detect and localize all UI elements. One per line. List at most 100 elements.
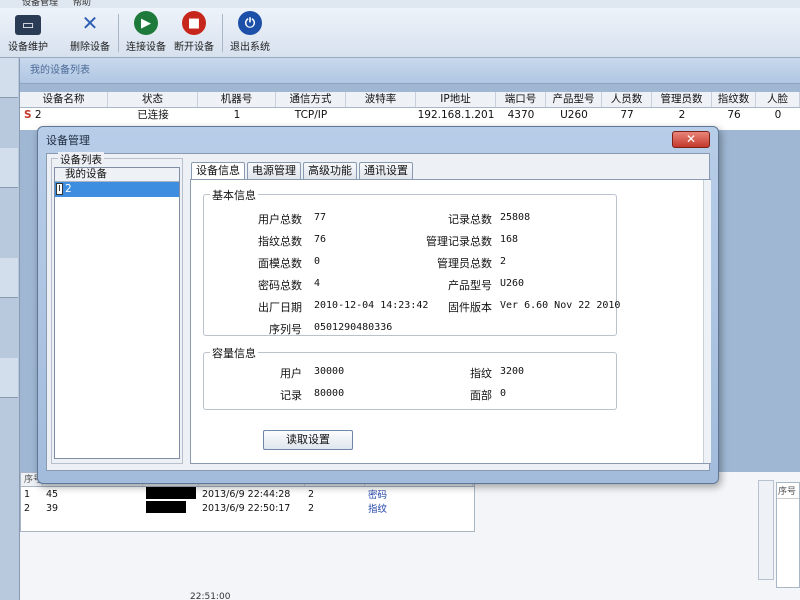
user-total-value: 77 (314, 212, 327, 223)
col-faces[interactable]: 人脸 (756, 92, 800, 107)
device-maintenance-icon: ▭ (15, 15, 41, 35)
rail-tab[interactable] (0, 358, 18, 398)
menu-item-device-management[interactable]: 设备管理 (22, 0, 58, 8)
tab-advanced-functions[interactable]: 高级功能 (303, 162, 357, 179)
cell-fingerprints: 76 (727, 109, 741, 121)
strip-title: 我的设备列表 (30, 65, 90, 76)
delete-x-icon: ✕ (81, 11, 99, 35)
basic-info-group: 基本信息 用户总数 77 指纹总数 76 面模总数 0 密码总数 4 出厂日期 … (203, 187, 621, 336)
device-list-strip: 我的设备列表 (20, 58, 800, 84)
menu-item-help[interactable]: 帮助 (73, 0, 91, 8)
cell-comm-mode: TCP/IP (294, 109, 328, 121)
col-status[interactable]: 状态 (108, 92, 198, 107)
log-cell-enroll-no: 39 (46, 502, 59, 514)
dialog-close-button[interactable]: ✕ (672, 131, 710, 148)
redacted-name (146, 486, 196, 499)
cell-machine-no: 1 (233, 109, 241, 121)
vertical-scrollbar[interactable] (758, 480, 774, 580)
cell-device-name-text: 2 (34, 109, 42, 121)
col-users[interactable]: 人员数 (602, 92, 652, 107)
col-fingerprints[interactable]: 指纹数 (712, 92, 756, 107)
device-maintenance-button[interactable]: ▭ 设备维护 (4, 10, 52, 56)
col-baud[interactable]: 波特率 (346, 92, 416, 107)
row-selector-icon: I (56, 183, 63, 195)
firmware-version-value: Ver 6.60 Nov 22 2010 (500, 300, 621, 311)
admin-record-total-label: 管理记录总数 (426, 235, 492, 248)
cell-faces: 0 (774, 109, 782, 121)
log-cell-device: 2 (308, 502, 315, 514)
basic-info-legend: 基本信息 (210, 187, 258, 203)
device-info-panel: 基本信息 用户总数 77 指纹总数 76 面模总数 0 密码总数 4 出厂日期 … (190, 179, 711, 464)
toolbar-separator (118, 14, 119, 52)
tab-comm-settings[interactable]: 通讯设置 (359, 162, 413, 179)
capacity-info-legend: 容量信息 (210, 345, 258, 361)
log-cell-time: 2013/6/9 22:50:17 (202, 502, 291, 514)
device-management-dialog: 设备管理 ✕ 设备列表 我的设备 I 2 设备信息 电源管理 高级功能 通讯设置… (37, 126, 719, 484)
col-port[interactable]: 端口号 (496, 92, 546, 107)
password-total-value: 4 (314, 278, 321, 289)
device-grid-header: 设备名称 状态 机器号 通信方式 波特率 IP地址 端口号 产品型号 人员数 管… (20, 92, 800, 108)
user-capacity-value: 30000 (314, 366, 345, 377)
cell-status: 已连接 (137, 109, 169, 121)
log-cell-time: 2013/6/9 22:44:28 (202, 488, 291, 500)
rail-tab[interactable] (0, 58, 18, 98)
rail-tab[interactable] (0, 148, 18, 188)
col-machine-no[interactable]: 机器号 (198, 92, 276, 107)
record-capacity-label: 记录 (280, 389, 302, 402)
log-cell-name (143, 486, 199, 502)
power-exit-icon: ⏻ (238, 11, 262, 35)
log-row[interactable]: 1 45 2013/6/9 22:44:28 2 密码 (21, 486, 474, 502)
close-icon: ✕ (685, 132, 697, 146)
dialog-body: 设备列表 我的设备 I 2 设备信息 电源管理 高级功能 通讯设置 基本信息 用… (46, 152, 711, 471)
log-cell-enroll-no: 45 (46, 488, 59, 500)
exit-system-button[interactable]: ⏻ 退出系统 (226, 10, 274, 56)
admin-total-value: 2 (500, 256, 507, 267)
user-total-label: 用户总数 (258, 213, 302, 226)
app-menubar: 设备管理 帮助 (0, 0, 800, 8)
product-model-value: U260 (500, 278, 525, 289)
cell-port: 4370 (507, 109, 535, 121)
col-device-name[interactable]: 设备名称 (20, 92, 108, 107)
left-side-rail (0, 58, 20, 600)
read-settings-button[interactable]: 读取设置 (263, 430, 353, 450)
device-list-item-selected[interactable]: I 2 (55, 182, 179, 197)
record-total-value: 25808 (500, 212, 531, 223)
fingerprint-capacity-value: 3200 (500, 366, 525, 377)
disconnect-device-button[interactable]: ■ 断开设备 (170, 10, 218, 56)
record-total-label: 记录总数 (448, 213, 492, 226)
rail-tab[interactable] (0, 258, 18, 298)
tab-device-info[interactable]: 设备信息 (191, 162, 245, 180)
dialog-title: 设备管理 (46, 134, 90, 147)
dialog-tabs: 设备信息 电源管理 高级功能 通讯设置 (191, 162, 415, 180)
log-row[interactable]: 2 39 2013/6/9 22:50:17 2 指纹 (21, 500, 474, 515)
play-connect-icon: ▶ (134, 11, 158, 35)
firmware-version-label: 固件版本 (448, 301, 492, 314)
col-comm-mode[interactable]: 通信方式 (276, 92, 346, 107)
attendance-log-area: 序号 登记号码 姓名 时间 设备名称 比对方式 1 45 2013/6/9 22… (20, 472, 800, 600)
status-time: 22:51:00 (190, 592, 231, 600)
device-list-header[interactable]: 我的设备 (55, 168, 179, 182)
cell-model: U260 (560, 109, 588, 121)
manufacture-date-value: 2010-12-04 14:23:42 (314, 300, 429, 311)
tab-power-management[interactable]: 电源管理 (247, 162, 301, 179)
panel-scrollbar[interactable] (703, 180, 711, 463)
device-list-group: 设备列表 我的设备 I 2 (51, 152, 183, 464)
log-cell-device: 2 (308, 488, 315, 500)
delete-device-button[interactable]: ✕ 删除设备 (66, 10, 114, 56)
log-cell-verify-mode: 指纹 (368, 504, 388, 515)
connect-device-button[interactable]: ▶ 连接设备 (122, 10, 170, 56)
fingerprint-capacity-label: 指纹 (470, 367, 492, 380)
user-capacity-label: 用户 (280, 367, 302, 380)
product-model-label: 产品型号 (448, 279, 492, 292)
device-grid-row[interactable]: S 2 已连接 1 TCP/IP 192.168.1.201 4370 U260… (20, 108, 800, 124)
stop-disconnect-icon: ■ (182, 11, 206, 35)
device-list-item-label: 2 (65, 183, 72, 195)
col-admins[interactable]: 管理员数 (652, 92, 712, 107)
log-cell-verify-mode: 密码 (368, 490, 388, 501)
log-cell-index: 2 (24, 502, 31, 514)
main-toolbar: ▭ 设备维护 ✕ 删除设备 ▶ 连接设备 ■ 断开设备 ⏻ 退出系统 (0, 8, 800, 58)
col-model[interactable]: 产品型号 (546, 92, 602, 107)
connected-s-icon: S (24, 109, 32, 121)
admin-record-total-value: 168 (500, 234, 519, 245)
col-ip[interactable]: IP地址 (416, 92, 496, 107)
